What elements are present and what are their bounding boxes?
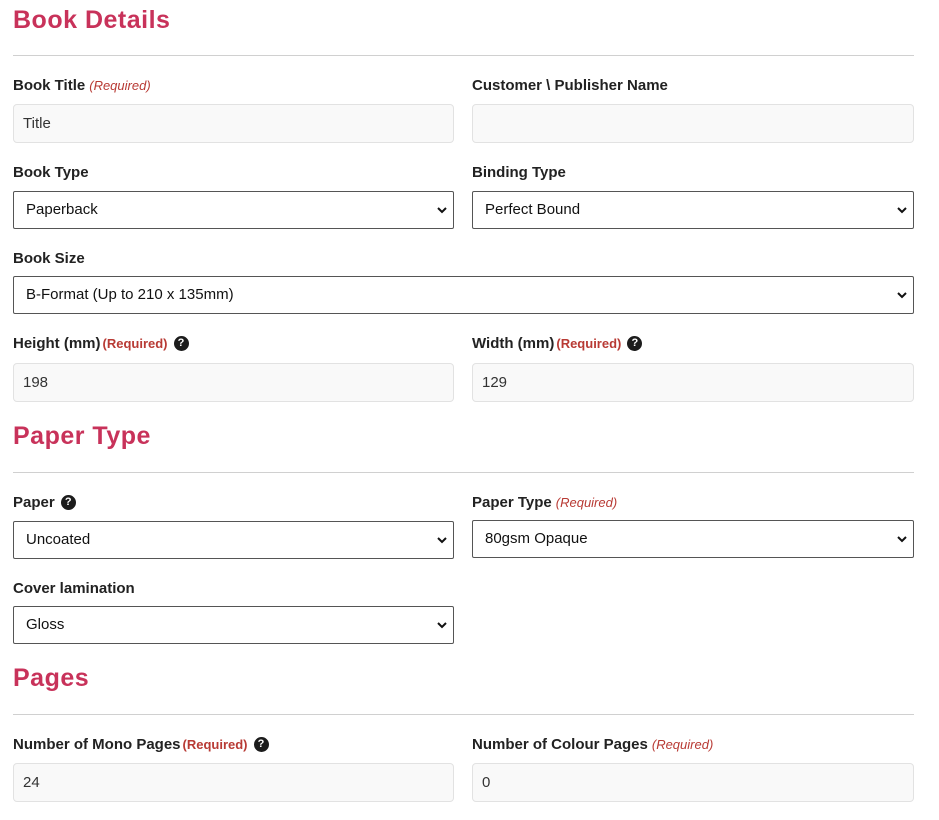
cover-lamination-value: Gloss (26, 616, 65, 633)
colour-pages-input[interactable]: 0 (472, 763, 914, 802)
book-size-select[interactable]: B-Format (Up to 210 x 135mm) (13, 276, 914, 314)
book-size-label: Book Size (13, 250, 85, 267)
chevron-down-icon (897, 292, 907, 299)
colour-pages-label: Number of Colour Pages (Required) (472, 736, 714, 753)
required-marker: (Required) (555, 495, 618, 510)
binding-type-label: Binding Type (472, 164, 566, 181)
mono-pages-label: Number of Mono Pages (Required) ? (13, 736, 269, 753)
binding-type-select[interactable]: Perfect Bound (472, 191, 914, 229)
height-input[interactable]: 198 (13, 363, 454, 402)
paper-label: Paper ? (13, 494, 76, 511)
cover-lamination-select[interactable]: Gloss (13, 606, 454, 644)
help-icon[interactable]: ? (253, 737, 269, 752)
chevron-down-icon (897, 536, 907, 543)
paper-type-select[interactable]: 80gsm Opaque (472, 520, 914, 558)
required-marker: (Required) (556, 336, 622, 351)
mono-pages-input[interactable]: 24 (13, 763, 454, 802)
book-size-value: B-Format (Up to 210 x 135mm) (26, 286, 234, 303)
paper-type-value: 80gsm Opaque (485, 530, 588, 547)
paper-select[interactable]: Uncoated (13, 521, 454, 559)
help-icon[interactable]: ? (60, 495, 76, 510)
divider (13, 472, 914, 473)
chevron-down-icon (897, 207, 907, 214)
book-type-select[interactable]: Paperback (13, 191, 454, 229)
help-icon[interactable]: ? (173, 336, 189, 351)
book-title-label: Book Title (Required) (13, 77, 151, 94)
required-marker: (Required) (182, 737, 248, 752)
height-label: Height (mm) (Required) ? (13, 335, 189, 352)
book-type-label: Book Type (13, 164, 89, 181)
width-label: Width (mm) (Required) ? (472, 335, 643, 352)
chevron-down-icon (437, 537, 447, 544)
book-details-heading: Book Details (13, 6, 171, 34)
width-input[interactable]: 129 (472, 363, 914, 402)
divider (13, 714, 914, 715)
book-title-input[interactable]: Title (13, 104, 454, 143)
pages-heading: Pages (13, 664, 90, 692)
help-icon[interactable]: ? (627, 336, 643, 351)
required-marker: (Required) (651, 737, 714, 752)
required-marker: (Required) (89, 78, 151, 93)
chevron-down-icon (437, 207, 447, 214)
required-marker: (Required) (102, 336, 168, 351)
paper-type-label: Paper Type (Required) (472, 494, 618, 511)
book-type-value: Paperback (26, 201, 98, 218)
customer-publisher-label: Customer \ Publisher Name (472, 77, 668, 94)
paper-type-heading: Paper Type (13, 422, 151, 450)
chevron-down-icon (437, 622, 447, 629)
cover-lamination-label: Cover lamination (13, 580, 135, 597)
paper-value: Uncoated (26, 531, 91, 548)
customer-publisher-input[interactable] (472, 104, 914, 143)
divider (13, 55, 914, 56)
binding-type-value: Perfect Bound (485, 201, 581, 218)
